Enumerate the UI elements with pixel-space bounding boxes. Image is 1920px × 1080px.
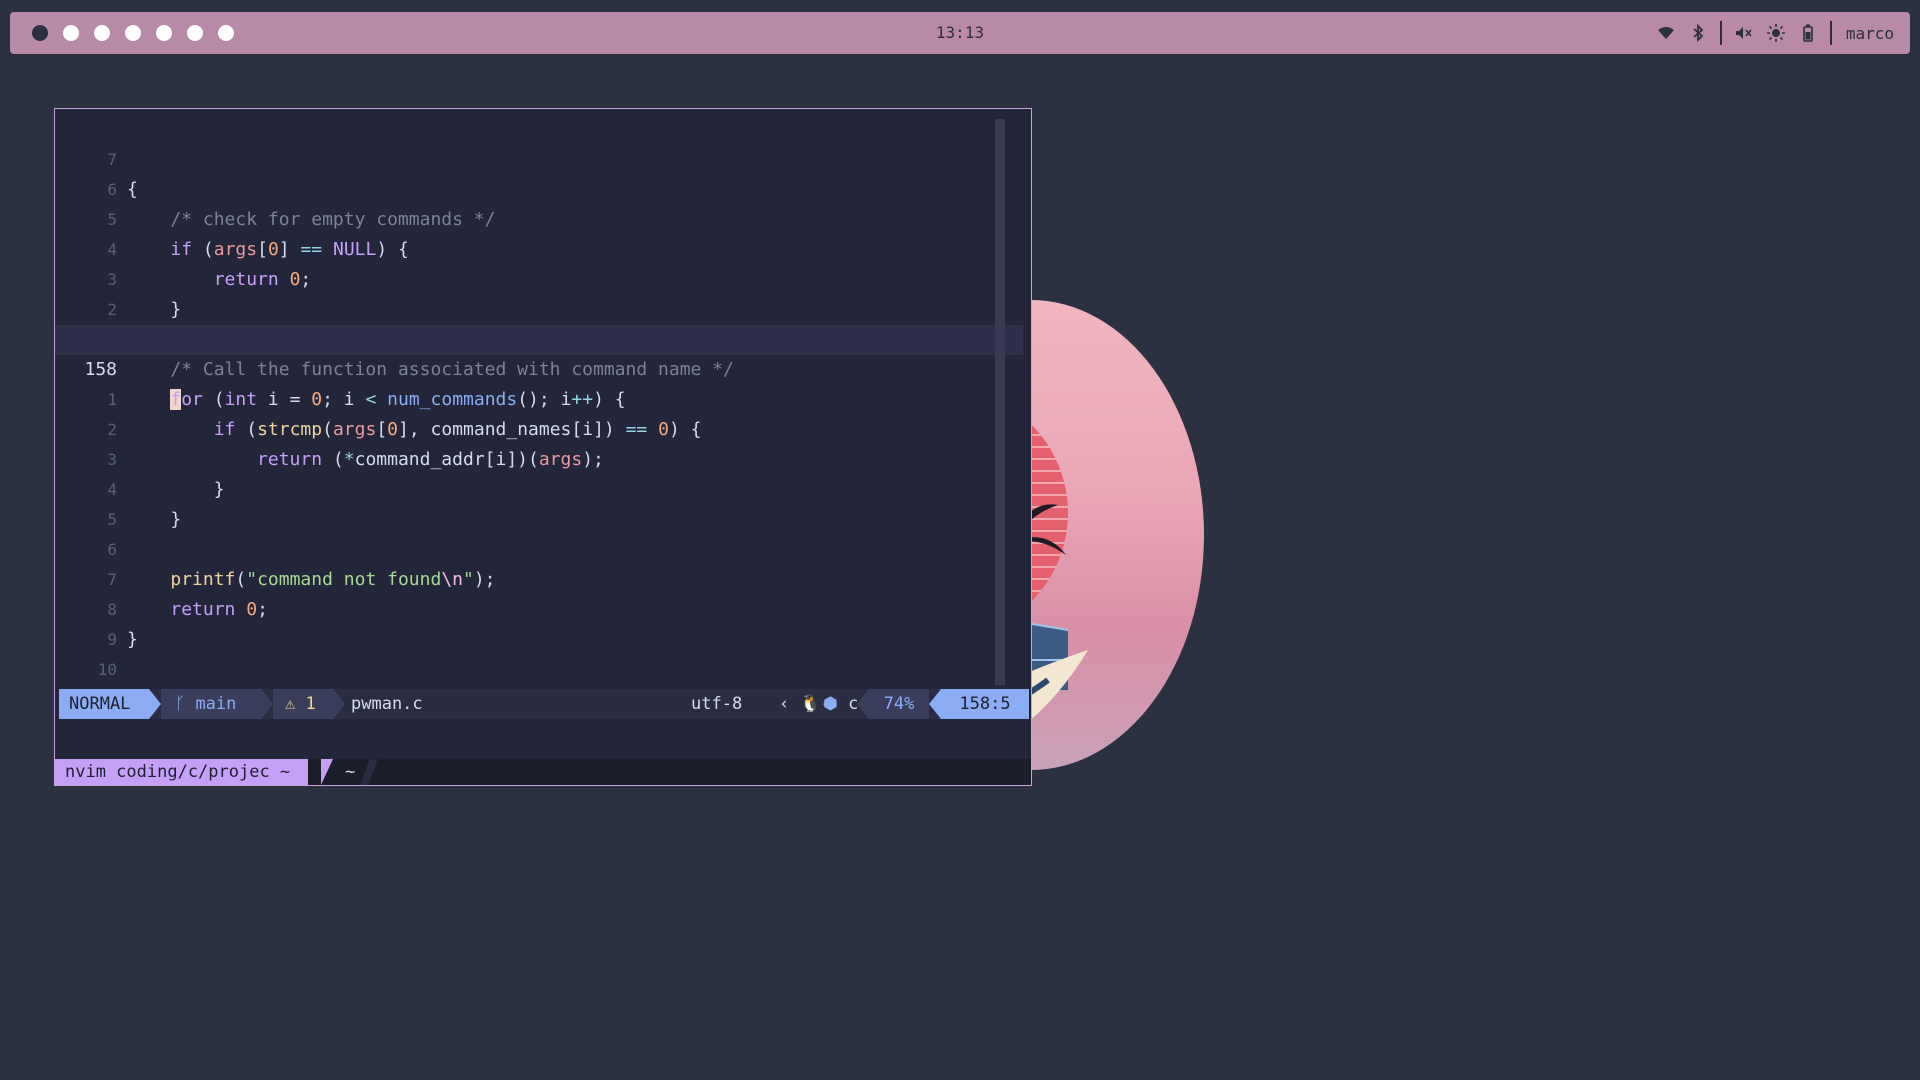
tmux-path: ~ xyxy=(345,762,356,782)
code-line[interactable]: 5 xyxy=(55,475,1023,529)
tmux-segment xyxy=(360,759,378,785)
code-line[interactable]: 2 return (*command_addr[i])(args); xyxy=(55,385,1023,470)
code-line[interactable]: 8 } xyxy=(55,565,1023,650)
filetype: ⬢ c xyxy=(823,689,858,719)
battery-icon[interactable] xyxy=(1798,22,1818,44)
system-tray: marco xyxy=(1656,21,1894,45)
tmux-window-tab[interactable]: nvim coding/c/projec ~ xyxy=(55,759,309,785)
warning-icon: ⚠ xyxy=(285,694,306,714)
tray-divider xyxy=(1719,21,1722,45)
code-line-current[interactable]: 158 for (int i = 0; i < num_commands(); … xyxy=(55,325,1023,410)
code-line[interactable]: 3 } xyxy=(55,235,1023,320)
terminal-window[interactable]: 7 { 6 /* check for empty commands */ 5 i… xyxy=(54,108,1032,786)
code-line[interactable]: 11 This funciton splits a line around sp… xyxy=(55,655,1023,685)
code-line[interactable]: 7 { xyxy=(55,115,1023,200)
c-language-icon: ⬢ xyxy=(823,694,849,714)
encoding: utf-8 xyxy=(691,694,743,714)
tmux-status-bar: nvim coding/c/projec ~ ~ xyxy=(55,759,1031,785)
tray-divider xyxy=(1829,21,1832,45)
code-line[interactable]: 3 } xyxy=(55,415,1023,500)
code-line[interactable]: 6 /* check for empty commands */ xyxy=(55,145,1023,230)
diagnostics-warning: ⚠ 1 xyxy=(273,689,333,719)
cursor-position: 158:5 xyxy=(941,689,1029,719)
code-line[interactable]: 1 if (strcmp(args[0], command_names[i]) … xyxy=(55,355,1023,440)
separator-arrow xyxy=(149,689,161,719)
scroll-percent: 74% xyxy=(869,689,929,719)
editor-buffer[interactable]: 7 { 6 /* check for empty commands */ 5 i… xyxy=(55,115,1023,689)
code-line[interactable]: 5 if (args[0] == NULL) { xyxy=(55,175,1023,260)
top-bar: 13:13 marco xyxy=(10,12,1910,54)
code-line[interactable]: 1 /* Call the function associated with c… xyxy=(55,295,1023,380)
filename: pwman.c xyxy=(351,694,423,714)
git-branch-label: main xyxy=(195,694,237,714)
scrollbar[interactable] xyxy=(995,119,1005,685)
separator-arrow xyxy=(929,689,941,719)
git-branch: ᚴ main xyxy=(161,689,261,719)
separator-arrow xyxy=(857,689,869,719)
bluetooth-icon[interactable] xyxy=(1688,22,1708,44)
mode-indicator: NORMAL xyxy=(59,689,149,719)
brightness-icon[interactable] xyxy=(1766,22,1786,44)
code-line[interactable]: 4 } xyxy=(55,445,1023,530)
code-line[interactable]: 10 /* xyxy=(55,625,1023,679)
code-line[interactable]: 9 xyxy=(55,595,1023,649)
username-label[interactable]: marco xyxy=(1846,24,1894,43)
code-line[interactable]: 7 return 0; xyxy=(55,535,1023,620)
volume-muted-icon[interactable] xyxy=(1734,22,1754,44)
code-line[interactable]: 4 return 0; xyxy=(55,205,1023,290)
wifi-icon[interactable] xyxy=(1656,22,1676,44)
code-line[interactable]: 6 printf("command not found\n"); xyxy=(55,505,1023,590)
separator-arrow xyxy=(261,689,273,719)
separator-arrow xyxy=(321,759,333,785)
git-branch-icon: ᚴ xyxy=(175,694,196,714)
code-line[interactable]: 2 xyxy=(55,265,1023,319)
warning-count: 1 xyxy=(305,694,316,714)
status-line: NORMAL ᚴ main ⚠ 1 pwman.c utf-8 ‹ 🐧‹ ⬢ c… xyxy=(59,689,1029,719)
clock: 13:13 xyxy=(935,23,985,42)
